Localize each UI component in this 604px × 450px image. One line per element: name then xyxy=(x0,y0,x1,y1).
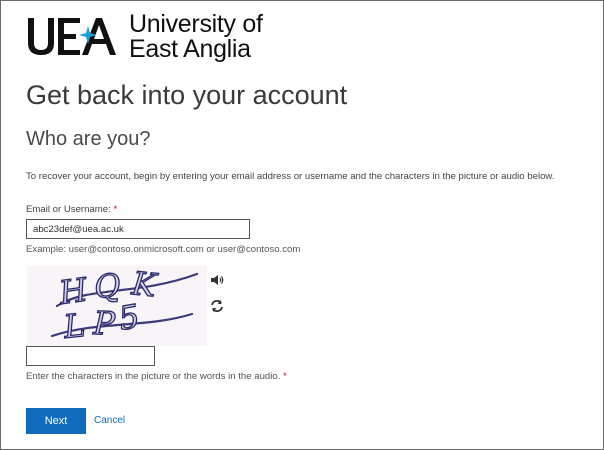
captcha-input[interactable] xyxy=(26,346,155,366)
refresh-icon[interactable] xyxy=(209,298,225,314)
svg-text:L: L xyxy=(61,306,87,346)
university-name: University of East Anglia xyxy=(129,12,263,62)
instructions-text: To recover your account, begin by enteri… xyxy=(26,171,555,182)
speaker-icon[interactable] xyxy=(209,272,225,288)
uea-logo: University of East Anglia xyxy=(26,12,266,64)
captcha-required-mark: * xyxy=(283,371,287,382)
email-label-text: Email or Username: xyxy=(26,204,111,215)
next-button[interactable]: Next xyxy=(26,408,86,434)
email-required-mark: * xyxy=(113,204,118,215)
university-name-line2: East Anglia xyxy=(129,35,251,63)
email-input[interactable] xyxy=(26,219,250,239)
cancel-link[interactable]: Cancel xyxy=(94,415,125,426)
page-subtitle: Who are you? xyxy=(26,128,151,150)
captcha-help-text: Enter the characters in the picture or t… xyxy=(26,371,287,382)
university-name-line1: University of xyxy=(129,10,263,38)
uea-logo-mark xyxy=(28,18,116,55)
captcha-image: H Q K L P 5 xyxy=(27,266,207,346)
email-label: Email or Username: * xyxy=(26,204,117,215)
speaker-icon-graphic xyxy=(211,275,224,285)
page-title: Get back into your account xyxy=(26,80,348,110)
refresh-icon-graphic xyxy=(211,300,223,312)
captcha-help-label: Enter the characters in the picture or t… xyxy=(26,371,281,382)
svg-text:P: P xyxy=(92,304,116,343)
email-example-text: Example: user@contoso.onmicrosoft.com or… xyxy=(26,244,301,255)
